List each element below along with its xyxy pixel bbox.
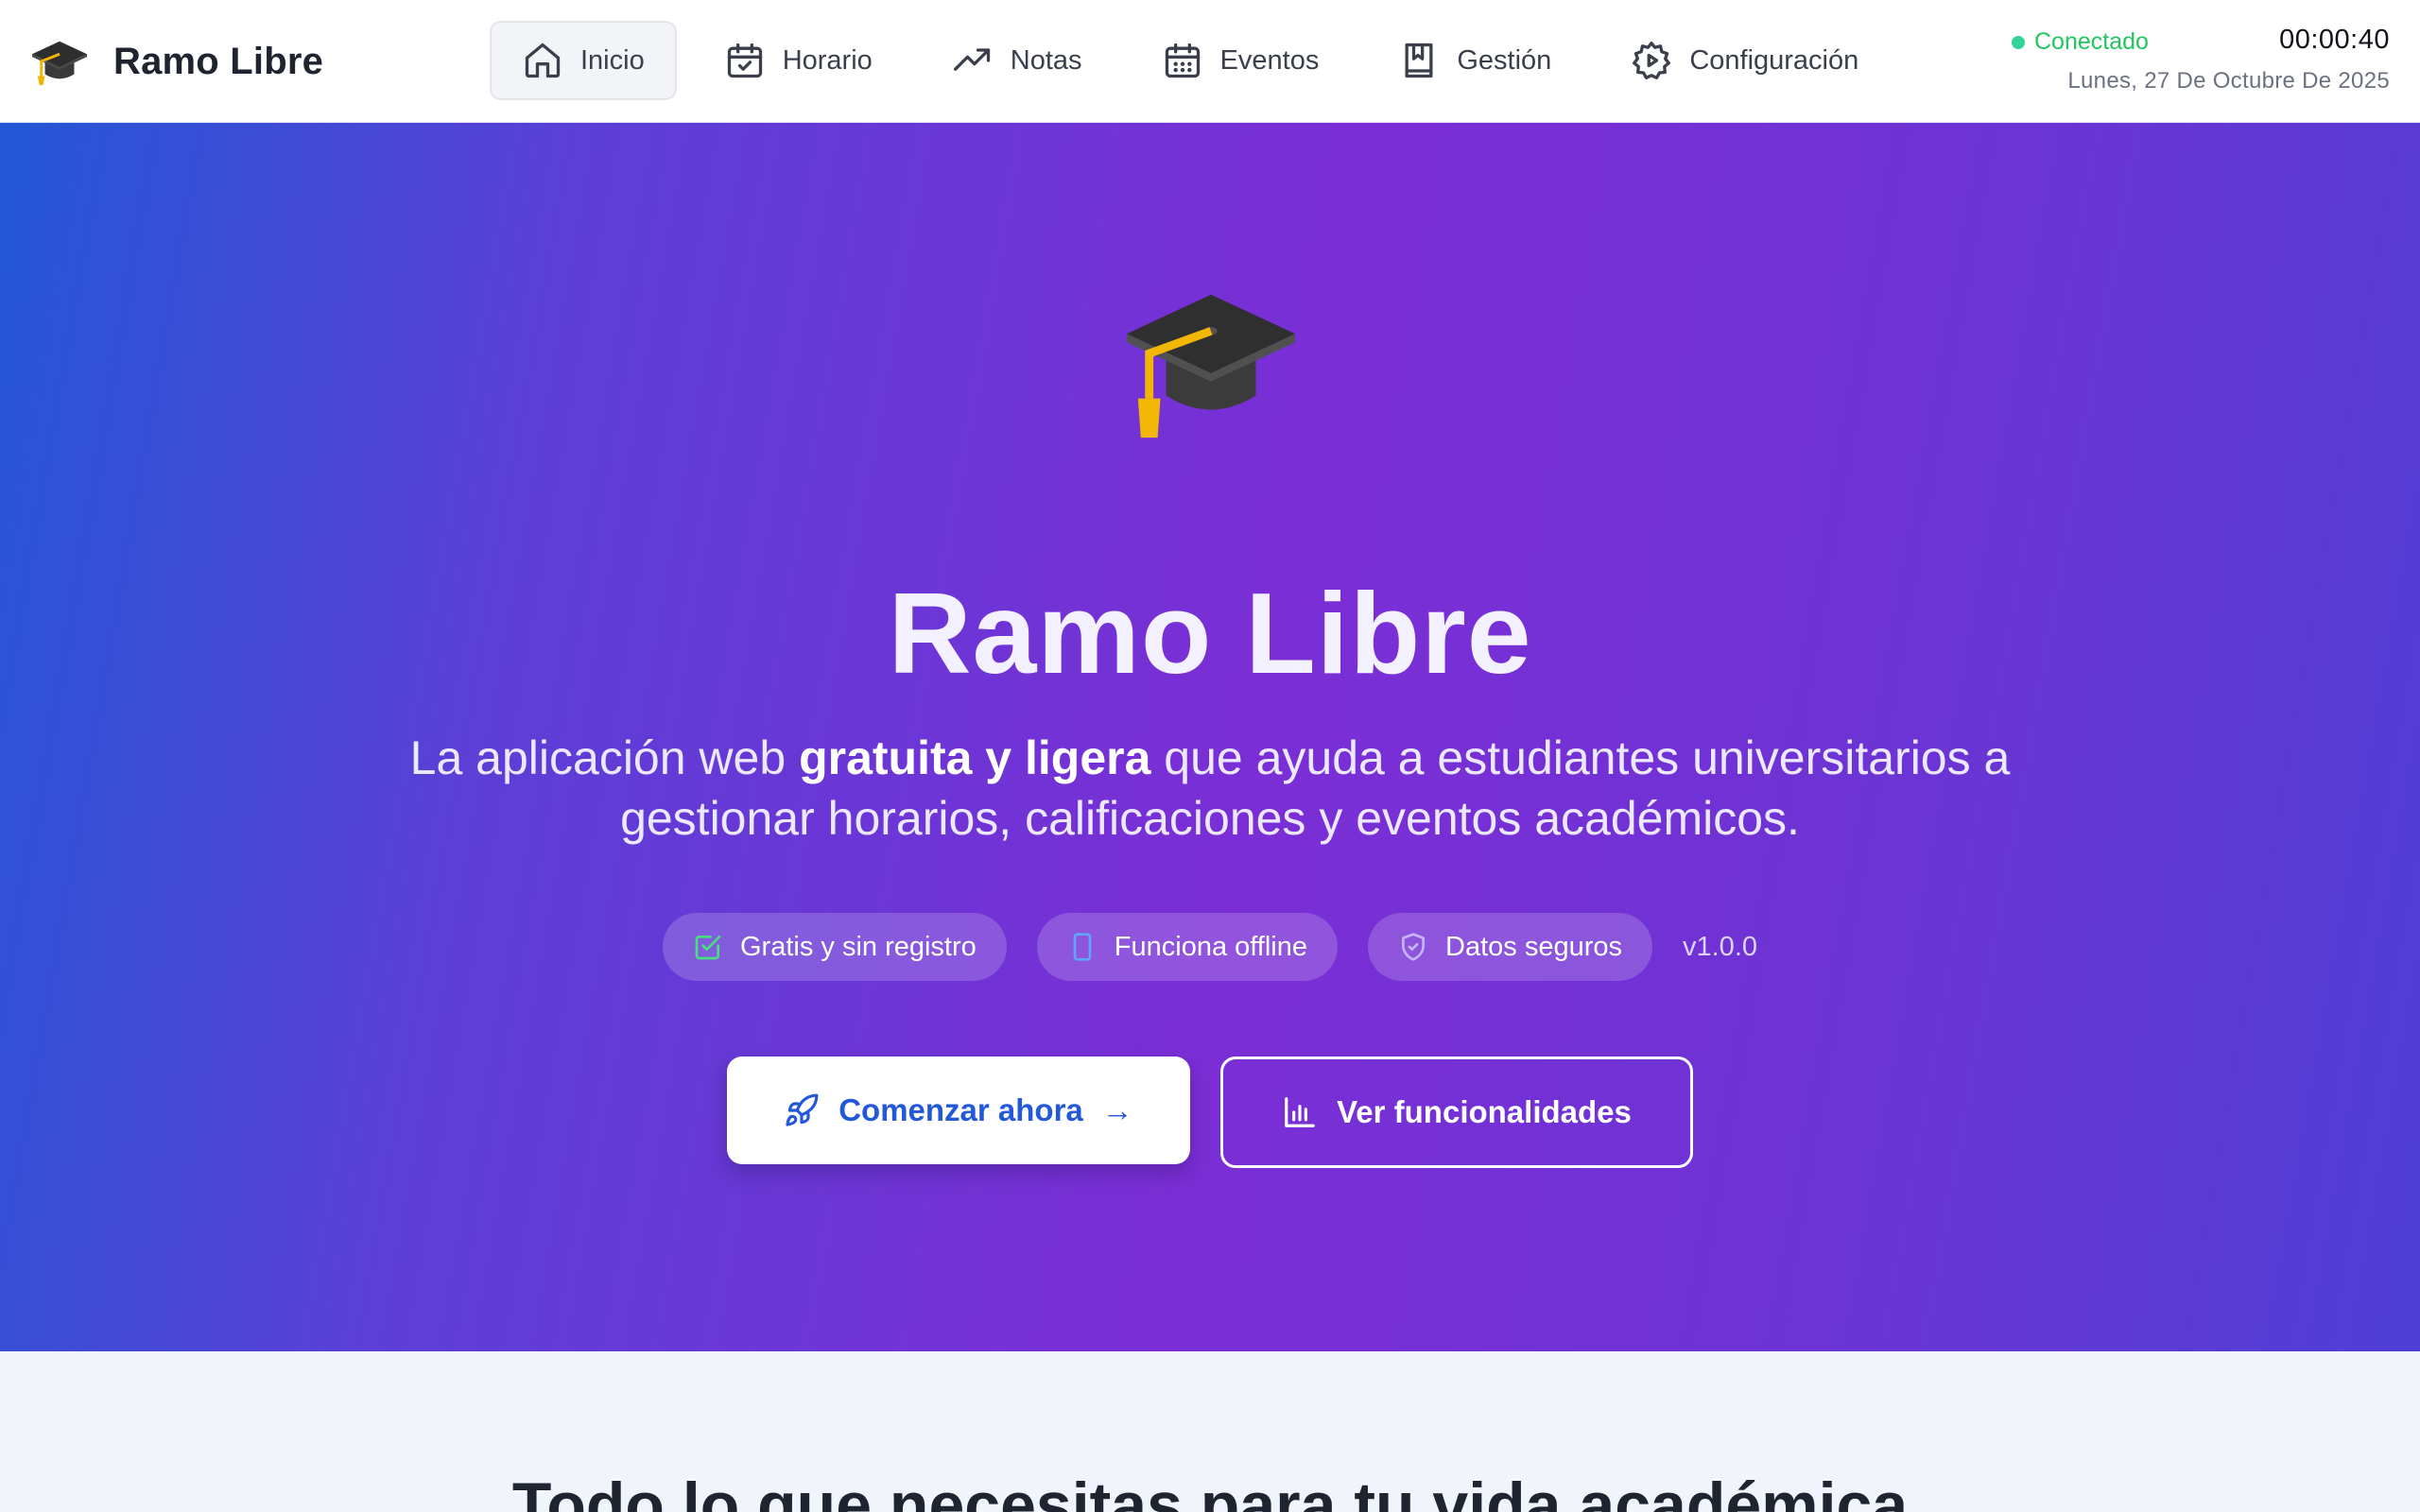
nav-item-configuracion[interactable]: Configuración <box>1599 21 1891 100</box>
top-navbar: Ramo Libre Inicio Horario Notas Eventos … <box>0 0 2420 123</box>
main-nav: Inicio Horario Notas Eventos Gestión Con… <box>490 21 1891 100</box>
cta-row: Comenzar ahora → Ver funcionalidades <box>0 1057 2420 1168</box>
status-label: Conectado <box>2034 28 2149 55</box>
features-title: Todo lo que necesitas para tu vida acadé… <box>511 1469 1909 1512</box>
bar-chart-icon <box>1285 1097 1315 1127</box>
nav-label: Inicio <box>580 44 645 76</box>
brand[interactable]: Ramo Libre <box>30 34 323 89</box>
features-section: Todo lo que necesitas para tu vida acadé… <box>0 1351 2420 1512</box>
current-date: Lunes, 27 De Octubre De 2025 <box>2067 68 2390 94</box>
hero-wave-divider <box>0 1228 2420 1351</box>
check-square-icon <box>695 936 721 960</box>
badge-label: Gratis y sin registro <box>739 931 977 962</box>
nav-item-notas[interactable]: Notas <box>920 21 1115 100</box>
gear-icon <box>1633 42 1671 79</box>
subtitle-emphasis: gratuita y ligera <box>799 731 1151 784</box>
nav-label: Notas <box>1010 44 1082 76</box>
nav-item-inicio[interactable]: Inicio <box>490 21 677 100</box>
calendar-grid-icon <box>1165 43 1200 78</box>
badge-label: Funciona offline <box>1114 931 1307 962</box>
calendar-check-icon <box>727 43 762 78</box>
nav-item-eventos[interactable]: Eventos <box>1130 21 1352 100</box>
status-dot-icon <box>2012 35 2025 49</box>
brand-name: Ramo Libre <box>113 40 324 82</box>
hero-title: Ramo Libre <box>888 569 1532 697</box>
home-icon <box>525 43 561 78</box>
view-features-label: Ver funcionalidades <box>1337 1094 1632 1129</box>
start-now-button[interactable]: Comenzar ahora → <box>727 1057 1190 1164</box>
nav-item-horario[interactable]: Horario <box>692 21 905 100</box>
status-area: Conectado 00:00:40 Lunes, 27 De Octubre … <box>2012 25 2390 100</box>
nav-label: Gestión <box>1457 44 1552 76</box>
badge-secure: Datos seguros <box>1368 913 1652 981</box>
badge-label: Datos seguros <box>1445 931 1622 962</box>
version-label: v1.0.0 <box>1683 931 1757 962</box>
connection-status: Conectado <box>2012 28 2149 56</box>
hero-subtitle: La aplicación web gratuita y ligera que … <box>359 728 2061 849</box>
arrow-right-icon: → <box>1101 1092 1133 1127</box>
badge-offline: Funciona offline <box>1036 913 1338 981</box>
start-now-label: Comenzar ahora <box>838 1092 1083 1127</box>
phone-icon <box>1073 933 1092 961</box>
view-features-button[interactable]: Ver funcionalidades <box>1220 1057 1693 1168</box>
rocket-icon <box>786 1093 819 1126</box>
clock: 00:00:40 <box>2279 25 2390 55</box>
graduation-cap-icon <box>32 41 87 86</box>
hero-section: Ramo Libre La aplicación web gratuita y … <box>0 123 2420 1351</box>
badge-free: Gratis y sin registro <box>662 913 1007 981</box>
nav-label: Configuración <box>1689 44 1859 76</box>
shield-icon <box>1402 933 1425 961</box>
subtitle-text: La aplicación web <box>409 731 800 784</box>
graduation-cap-icon <box>1126 294 1296 438</box>
nav-label: Horario <box>782 44 873 76</box>
bookmark-book-icon <box>1405 43 1433 78</box>
nav-item-gestion[interactable]: Gestión <box>1366 21 1583 100</box>
nav-label: Eventos <box>1219 44 1320 76</box>
trending-up-icon <box>953 48 990 71</box>
feature-badges: Gratis y sin registro Funciona offline D… <box>0 913 2420 981</box>
